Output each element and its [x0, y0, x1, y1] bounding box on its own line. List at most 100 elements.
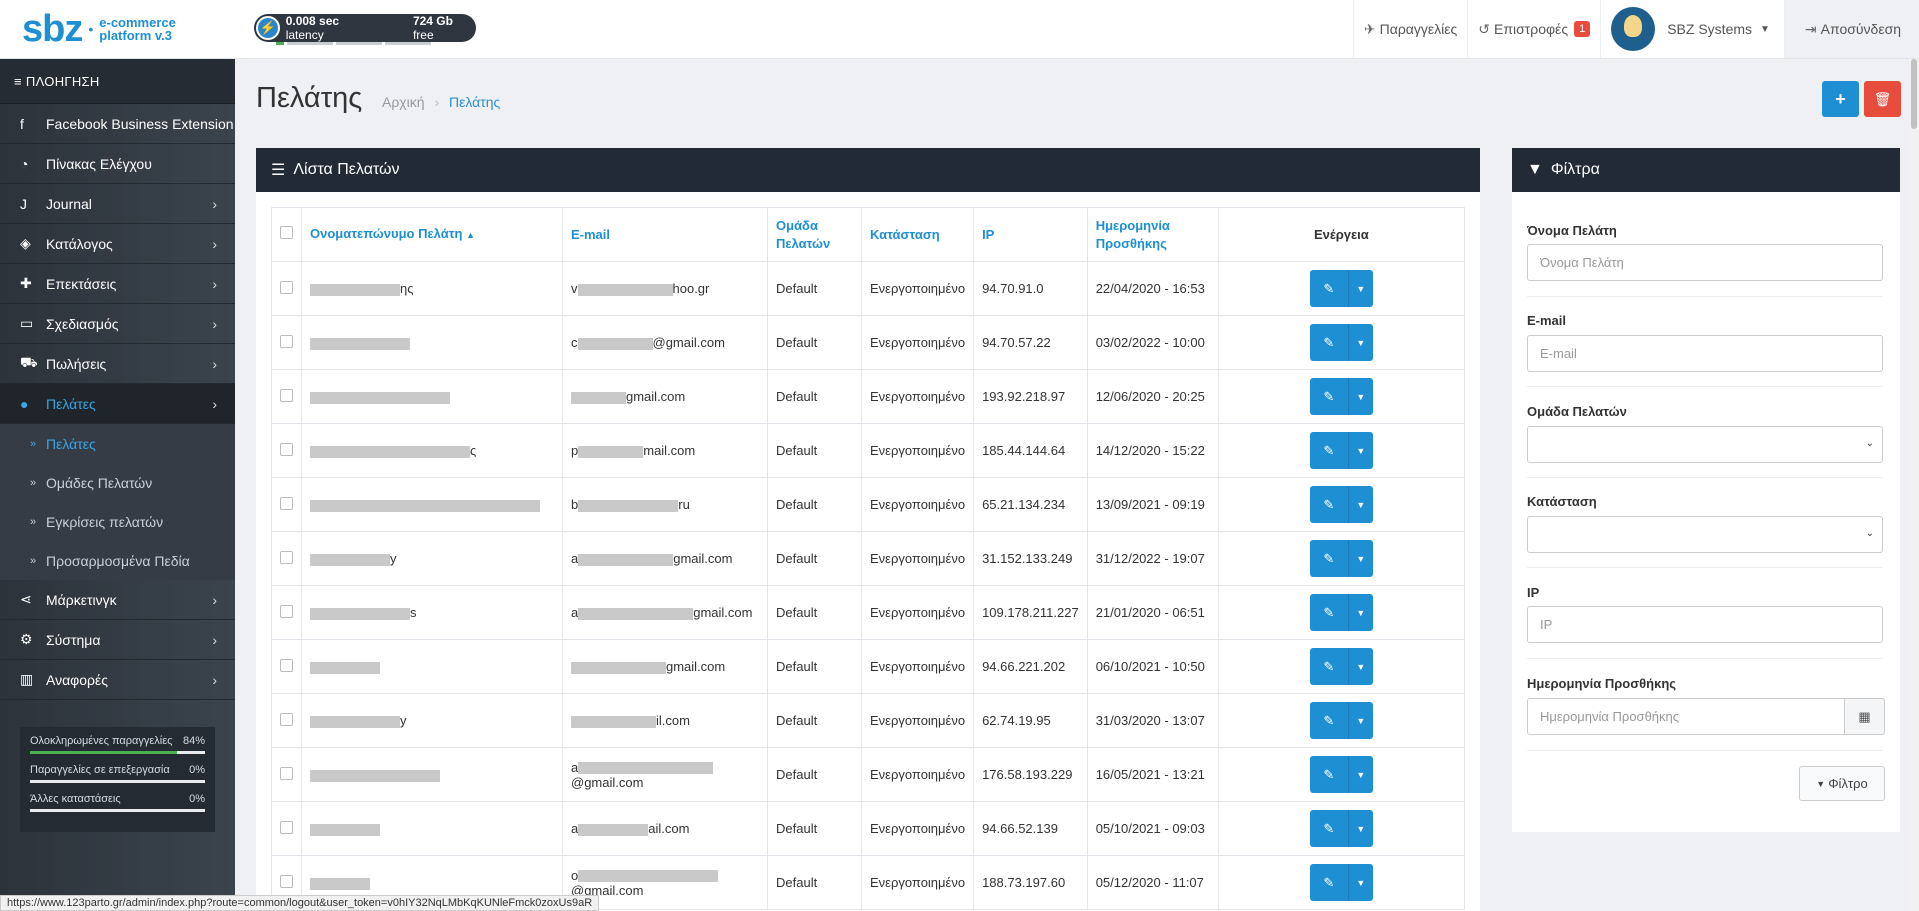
group-cell: Default — [767, 855, 862, 910]
scrollbar-thumb[interactable] — [1911, 59, 1917, 129]
edit-button[interactable]: ✎ — [1309, 432, 1348, 469]
col-email[interactable]: E-mail — [562, 207, 768, 262]
table-row[interactable]: gmail.com Default Ενεργοποιημένο 94.66.221.… — [271, 639, 1466, 694]
edit-button[interactable]: ✎ — [1309, 702, 1348, 739]
edit-button[interactable]: ✎ — [1309, 810, 1348, 847]
sidebar-item-reports[interactable]: ▥ Αναφορές › — [0, 660, 235, 700]
sort-asc-icon: ▲ — [466, 230, 475, 240]
col-date[interactable]: Ημερομηνία Προσθήκης — [1086, 207, 1219, 262]
page-scrollbar[interactable] — [1909, 59, 1919, 911]
edit-button[interactable]: ✎ — [1309, 378, 1348, 415]
delete-button[interactable]: 🗑 — [1864, 81, 1901, 117]
col-status[interactable]: Κατάσταση — [860, 207, 975, 262]
progress-value: 0% — [189, 793, 205, 805]
row-checkbox[interactable] — [280, 874, 293, 888]
row-checkbox[interactable] — [280, 550, 293, 564]
filter-status-select[interactable]: ⌄ — [1527, 516, 1883, 553]
sidebar-item-sales[interactable]: ⛟ Πωλήσεις › — [0, 344, 235, 384]
actions-dropdown-button[interactable]: ▼ — [1347, 270, 1373, 307]
table-row[interactable]: gmail.com Default Ενεργοποιημένο 193.92.218… — [271, 369, 1466, 424]
col-name[interactable]: Ονοματεπώνυμο Πελάτη ▲ — [301, 207, 563, 262]
orders-link[interactable]: ✈ Παραγγελίες — [1352, 0, 1467, 58]
navigation-toggle[interactable]: ≡ ΠΛΟΗΓΗΣΗ — [0, 59, 235, 104]
sidebar-item-design[interactable]: ▭ Σχεδιασμός › — [0, 304, 235, 344]
actions-dropdown-button[interactable]: ▼ — [1347, 810, 1373, 847]
edit-button[interactable]: ✎ — [1309, 864, 1348, 901]
filter-name-input[interactable] — [1527, 244, 1883, 281]
table-row[interactable]: ς p mail.com Default Ενεργοποιημένο 185.44.14… — [271, 423, 1466, 478]
row-checkbox[interactable] — [280, 442, 293, 456]
date-cell: 16/05/2021 - 13:21 — [1086, 747, 1219, 802]
actions-dropdown-button[interactable]: ▼ — [1347, 648, 1373, 685]
redacted-block — [578, 553, 674, 566]
actions-dropdown-button[interactable]: ▼ — [1347, 864, 1373, 901]
filter-group-select[interactable]: ⌄ — [1527, 426, 1883, 463]
returns-link[interactable]: ↺ Επιστροφές 1 — [1467, 0, 1600, 58]
table-row[interactable]: y il.com Default Ενεργοποιημένο 62.74.19.95 3… — [271, 693, 1466, 748]
actions-dropdown-button[interactable]: ▼ — [1347, 756, 1373, 793]
caret-down-icon: ▼ — [1356, 337, 1366, 348]
row-checkbox[interactable] — [280, 766, 293, 780]
sidebar-item-extensions[interactable]: ✚ Επεκτάσεις › — [0, 264, 235, 304]
actions-dropdown-button[interactable]: ▼ — [1347, 486, 1373, 523]
table-row[interactable]: ης v hoo.gr Default Ενεργοποιημένο 94.70.91.0… — [271, 261, 1466, 316]
row-checkbox[interactable] — [280, 820, 293, 834]
edit-button[interactable]: ✎ — [1309, 486, 1348, 523]
sidebar-subitem-custom-fields[interactable]: » Προσαρμοσμένα Πεδία — [0, 541, 235, 580]
edit-button[interactable]: ✎ — [1309, 540, 1348, 577]
actions-dropdown-button[interactable]: ▼ — [1347, 702, 1373, 739]
user-menu[interactable]: SBZ Systems ▼ — [1600, 0, 1784, 58]
actions-dropdown-button[interactable]: ▼ — [1347, 432, 1373, 469]
actions-dropdown-button[interactable]: ▼ — [1347, 594, 1373, 631]
table-row[interactable]: a ail.com Default Ενεργοποιημένο 94.66.52.13… — [271, 801, 1466, 856]
table-row[interactable]: c @gmail.com Default Ενεργοποιημένο 94.70.57… — [271, 315, 1466, 370]
filter-button[interactable]: ▼ Φίλτρο — [1799, 766, 1885, 801]
row-checkbox[interactable] — [280, 280, 293, 294]
table-row[interactable]: b ru Default Ενεργοποιημένο 65.21.134.234 13/… — [271, 477, 1466, 532]
row-checkbox[interactable] — [280, 712, 293, 726]
filter-email-input[interactable] — [1527, 335, 1883, 372]
filter-date-input[interactable] — [1527, 698, 1845, 735]
actions-dropdown-button[interactable]: ▼ — [1347, 540, 1373, 577]
row-checkbox[interactable] — [280, 388, 293, 402]
row-checkbox[interactable] — [280, 496, 293, 510]
sidebar-item-catalog[interactable]: ◈ Κατάλογος › — [0, 224, 235, 264]
sidebar-item-marketing[interactable]: ⋖ Μάρκετινγκ › — [0, 580, 235, 620]
select-all-checkbox[interactable] — [280, 225, 293, 239]
table-row[interactable]: s a gmail.com Default Ενεργοποιημένο 109.178.… — [271, 585, 1466, 640]
sidebar-item-dashboard[interactable]: ◔ Πίνακας Ελέγχου — [0, 144, 235, 184]
row-checkbox[interactable] — [280, 604, 293, 618]
logo[interactable]: sbz • e-commerce platform v.3 — [22, 10, 176, 48]
sidebar-item-customers[interactable]: ● Πελάτες › — [0, 384, 235, 424]
sidebar-item-journal[interactable]: J Journal › — [0, 184, 235, 224]
orders-label: Παραγγελίες — [1379, 21, 1458, 37]
col-group[interactable]: Ομάδα Πελατών — [767, 207, 862, 262]
edit-button[interactable]: ✎ — [1309, 270, 1348, 307]
calendar-button[interactable]: ▦ — [1845, 698, 1885, 735]
logout-link[interactable]: ⇥ Αποσύνδεση — [1783, 0, 1919, 58]
add-customer-button[interactable]: + — [1822, 81, 1859, 117]
edit-button[interactable]: ✎ — [1309, 594, 1348, 631]
actions-dropdown-button[interactable]: ▼ — [1347, 324, 1373, 361]
table-row[interactable]: y a gmail.com Default Ενεργοποιημένο 31.152.1… — [271, 531, 1466, 586]
filter-ip-input[interactable] — [1527, 606, 1883, 643]
sidebar-item-system[interactable]: ⚙ Σύστημα › — [0, 620, 235, 660]
col-ip[interactable]: IP — [973, 207, 1088, 262]
edit-button[interactable]: ✎ — [1309, 756, 1348, 793]
actions-dropdown-button[interactable]: ▼ — [1347, 378, 1373, 415]
email-suffix: @gmail.com — [571, 774, 644, 790]
edit-button[interactable]: ✎ — [1309, 324, 1348, 361]
puzzle-icon: ✚ — [20, 275, 32, 291]
sidebar-subitem-customers[interactable]: » Πελάτες — [0, 424, 235, 463]
sidebar-subitem-customer-approvals[interactable]: » Εγκρίσεις πελατών — [0, 502, 235, 541]
breadcrumb-current[interactable]: Πελάτης — [449, 94, 500, 110]
row-checkbox[interactable] — [280, 658, 293, 672]
table-row[interactable]: a@gmail.com Default Ενεργοποιημένο 176.58.1… — [271, 747, 1466, 802]
breadcrumb-home[interactable]: Αρχική — [382, 94, 425, 110]
status-cell: Ενεργοποιημένο — [860, 369, 975, 424]
status-cell: Ενεργοποιημένο — [860, 585, 975, 640]
sidebar-item-facebook[interactable]: f Facebook Business Extension — [0, 104, 235, 144]
sidebar-subitem-customer-groups[interactable]: » Ομάδες Πελατών — [0, 463, 235, 502]
row-checkbox[interactable] — [280, 334, 293, 348]
edit-button[interactable]: ✎ — [1309, 648, 1348, 685]
